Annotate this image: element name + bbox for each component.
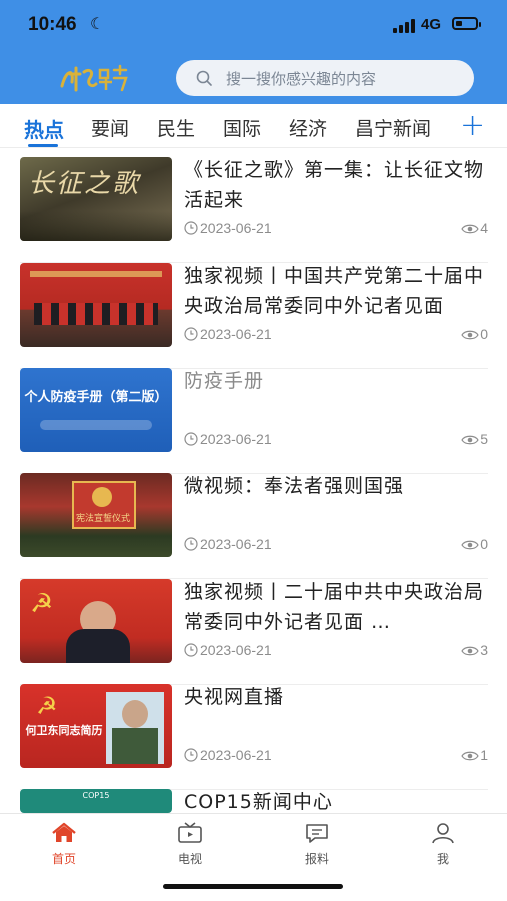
eye-icon bbox=[461, 224, 479, 234]
article-title: 微视频：奉法者强则国强 bbox=[184, 475, 405, 497]
tv-icon bbox=[178, 822, 202, 843]
article-date: 2023-06-21 bbox=[184, 220, 272, 236]
article-title: 独家视频丨二十届中共中央政治局常委同中外记者见面 … bbox=[184, 581, 485, 633]
message-icon bbox=[306, 824, 328, 843]
clock-icon bbox=[184, 643, 198, 657]
article-thumbnail: ☭ bbox=[20, 579, 172, 663]
home-indicator bbox=[163, 884, 343, 889]
clock-icon bbox=[184, 537, 198, 551]
add-channel-icon[interactable]: + bbox=[460, 108, 485, 143]
tab-economy[interactable]: 经济 bbox=[289, 114, 327, 141]
tab-hot[interactable]: 热点 bbox=[24, 114, 64, 143]
article-title: 防疫手册 bbox=[184, 370, 265, 392]
article-thumbnail bbox=[20, 263, 172, 347]
search-placeholder: 搜一搜你感兴趣的内容 bbox=[226, 70, 377, 88]
article-date: 2023-06-21 bbox=[184, 747, 272, 763]
app-logo[interactable] bbox=[56, 60, 130, 96]
nav-report[interactable]: 报料 bbox=[277, 822, 357, 867]
view-count: 0 bbox=[461, 326, 488, 342]
search-bar[interactable]: 搜一搜你感兴趣的内容 bbox=[176, 60, 474, 96]
clock-icon bbox=[184, 748, 198, 762]
app-header: 10:46 ☾ 4G 搜一搜你感兴趣的内容 bbox=[0, 0, 507, 104]
divider bbox=[0, 147, 507, 148]
view-count: 5 bbox=[461, 431, 488, 447]
article-date: 2023-06-21 bbox=[184, 642, 272, 658]
home-icon bbox=[52, 822, 76, 842]
user-icon bbox=[432, 823, 454, 844]
clock-icon bbox=[184, 432, 198, 446]
article-date: 2023-06-21 bbox=[184, 431, 272, 447]
clock-icon bbox=[184, 327, 198, 341]
list-item[interactable]: ☭ 何卫东同志简历 央视网直播 2023-06-21 1 bbox=[20, 684, 488, 790]
eye-icon bbox=[461, 646, 479, 656]
article-date: 2023-06-21 bbox=[184, 536, 272, 552]
cellular-signal-icon bbox=[393, 19, 415, 33]
tab-international[interactable]: 国际 bbox=[223, 114, 261, 141]
clock-icon bbox=[184, 221, 198, 235]
article-title: 《长征之歌》第一集：让长征文物活起来 bbox=[184, 159, 485, 211]
article-title: 独家视频丨中国共产党第二十届中央政治局常委同中外记者见面 bbox=[184, 265, 485, 317]
article-thumbnail: 宪法宣誓仪式 bbox=[20, 473, 172, 557]
category-tabs: 热点 要闻 民生 国际 经济 昌宁新闻 + bbox=[0, 104, 507, 148]
eye-icon bbox=[461, 330, 479, 340]
article-thumbnail: 个人防疫手册（第二版） bbox=[20, 368, 172, 452]
view-count: 4 bbox=[461, 220, 488, 236]
nav-me[interactable]: 我 bbox=[403, 822, 483, 867]
thumb-caption: 宪法宣誓仪式 bbox=[76, 514, 131, 524]
status-time: 10:46 bbox=[28, 14, 77, 35]
list-item[interactable]: 长征之歌 《长征之歌》第一集：让长征文物活起来 2023-06-21 4 bbox=[20, 157, 488, 263]
battery-icon bbox=[452, 17, 481, 30]
nav-tv[interactable]: 电视 bbox=[150, 822, 230, 867]
article-date: 2023-06-21 bbox=[184, 326, 272, 342]
tab-livelihood[interactable]: 民生 bbox=[157, 114, 195, 141]
thumb-caption: 长征之歌 bbox=[28, 169, 141, 199]
eye-icon bbox=[461, 435, 479, 445]
eye-icon bbox=[461, 540, 479, 550]
article-thumbnail: COP15 bbox=[20, 789, 172, 813]
moon-icon: ☾ bbox=[90, 14, 105, 33]
list-item[interactable]: 个人防疫手册（第二版） 防疫手册 2023-06-21 5 bbox=[20, 368, 488, 474]
status-bar: 10:46 ☾ 4G bbox=[0, 0, 507, 50]
article-thumbnail: ☭ 何卫东同志简历 bbox=[20, 684, 172, 768]
list-item[interactable]: 宪法宣誓仪式 微视频：奉法者强则国强 2023-06-21 0 bbox=[20, 473, 488, 579]
network-type: 4G bbox=[421, 16, 442, 33]
article-thumbnail: 长征之歌 bbox=[20, 157, 172, 241]
search-icon bbox=[196, 70, 212, 86]
tab-changning-news[interactable]: 昌宁新闻 bbox=[355, 114, 431, 141]
view-count: 3 bbox=[461, 642, 488, 658]
tab-headlines[interactable]: 要闻 bbox=[91, 114, 129, 141]
thumb-caption: 何卫东同志简历 bbox=[25, 724, 103, 737]
view-count: 0 bbox=[461, 536, 488, 552]
view-count: 1 bbox=[461, 747, 488, 763]
eye-icon bbox=[461, 751, 479, 761]
list-item[interactable]: ☭ 独家视频丨二十届中共中央政治局常委同中外记者见面 … 2023-06-21 … bbox=[20, 579, 488, 685]
thumb-caption: 个人防疫手册（第二版） bbox=[24, 390, 168, 405]
article-title: 央视网直播 bbox=[184, 686, 285, 708]
thumb-caption: COP15 bbox=[82, 791, 110, 800]
nav-home[interactable]: 首页 bbox=[24, 822, 104, 867]
list-item[interactable]: 独家视频丨中国共产党第二十届中央政治局常委同中外记者见面 2023-06-21 … bbox=[20, 263, 488, 369]
